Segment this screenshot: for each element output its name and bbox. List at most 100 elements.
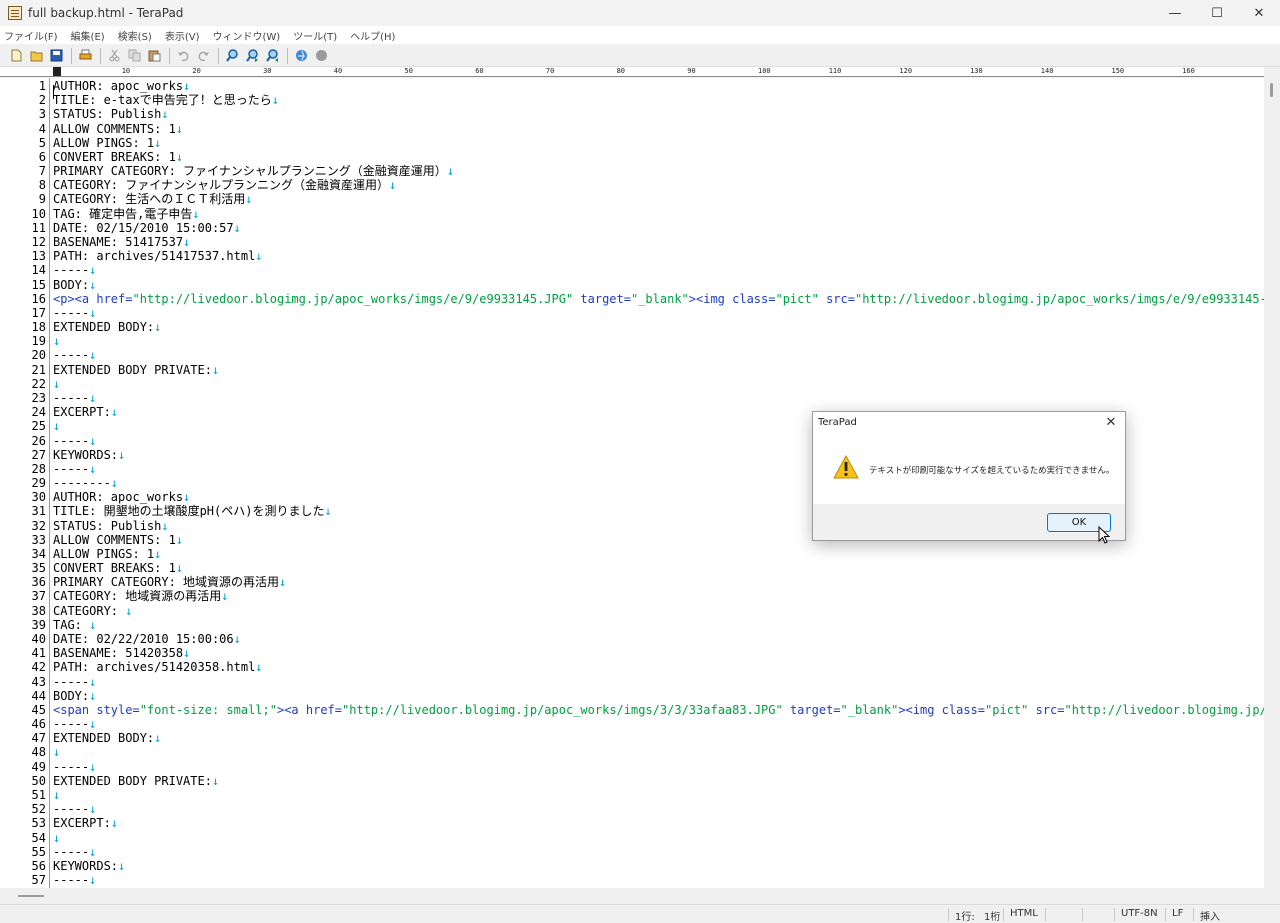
end-of-line-mark: ↓ — [110, 476, 119, 491]
save-button[interactable] — [48, 47, 65, 64]
error-dialog: TeraPad ✕ テキストが印刷可能なサイズを超えているため実行できません。 … — [812, 411, 1126, 541]
line-number: 6 — [38, 149, 46, 164]
line-number: 46 — [31, 717, 46, 732]
horizontal-scroll-thumb[interactable] — [18, 895, 44, 897]
mouse-pointer-icon — [1098, 526, 1110, 544]
line-content: PATH: archives/51420358.html — [53, 660, 256, 675]
line-text: EXTENDED BODY:↓ — [53, 320, 161, 334]
line-number: 10 — [31, 206, 46, 221]
search-next-icon — [246, 49, 258, 62]
redo-button[interactable] — [195, 47, 212, 64]
editor-line: 34 ALLOW PINGS: 1↓ — [0, 547, 1264, 561]
vertical-scroll-thumb[interactable] — [1270, 83, 1273, 97]
line-number: 22 — [31, 376, 46, 391]
line-number: 2 — [38, 93, 46, 108]
editor-line: 15 BODY:↓ — [0, 278, 1264, 292]
line-text: CONVERT BREAKS: 1↓ — [53, 150, 183, 164]
line-content: KEYWORDS: — [53, 858, 119, 873]
line-content: CONVERT BREAKS: 1 — [53, 561, 176, 576]
html-tag-text: src= — [1028, 702, 1065, 717]
line-text: -----↓ — [53, 675, 96, 689]
html-tag-text: ><img class= — [688, 291, 776, 306]
copy-button[interactable] — [126, 47, 143, 64]
cut-button[interactable] — [106, 47, 123, 64]
menu-edit[interactable]: 編集(E) — [71, 28, 105, 43]
editor-line: 2 TITLE: e-taxで申告完了！と思ったら↓ — [0, 93, 1264, 107]
toolbar-separator — [287, 47, 288, 64]
line-number: 3 — [38, 107, 46, 122]
line-number: 36 — [31, 575, 46, 590]
menu-window[interactable]: ウィンドウ(W) — [213, 28, 281, 43]
stop-button[interactable] — [313, 47, 330, 64]
editor-line: 5 ALLOW PINGS: 1↓ — [0, 136, 1264, 150]
line-content: TAG: — [53, 617, 90, 632]
end-of-line-mark: ↓ — [53, 334, 61, 349]
maximize-button[interactable]: ☐ — [1196, 0, 1238, 26]
ruler-tick-label: 60 — [475, 67, 484, 75]
end-of-line-mark: ↓ — [89, 348, 97, 363]
line-text: ALLOW COMMENTS: 1↓ — [53, 122, 183, 136]
end-of-line-mark: ↓ — [89, 305, 97, 320]
editor-line: 56 KEYWORDS:↓ — [0, 859, 1264, 873]
line-number: 14 — [31, 263, 46, 278]
end-of-line-mark: ↓ — [192, 206, 200, 221]
browser-button[interactable] — [293, 47, 310, 64]
minimize-button[interactable]: — — [1154, 0, 1196, 26]
end-of-line-mark: ↓ — [89, 873, 97, 888]
dialog-close-button[interactable]: ✕ — [1103, 415, 1119, 431]
menu-view[interactable]: 表示(V) — [165, 28, 200, 43]
menu-file[interactable]: ファイル(F) — [4, 28, 58, 43]
browser-icon — [296, 50, 307, 61]
editor-line: 10 TAG: 確定申告,電子申告↓ — [0, 207, 1264, 221]
search-next-button[interactable] — [244, 47, 261, 64]
end-of-line-mark: ↓ — [154, 546, 162, 561]
end-of-line-mark: ↓ — [53, 376, 61, 391]
line-number: 39 — [31, 617, 46, 632]
line-number: 18 — [31, 320, 46, 335]
line-text: CATEGORY: 地域資源の再活用↓ — [53, 589, 228, 603]
status-encoding: UTF-8N — [1121, 908, 1158, 919]
line-content: ----- — [53, 844, 90, 859]
line-content: AUTHOR: apoc_works — [53, 490, 184, 505]
end-of-line-mark: ↓ — [118, 447, 126, 462]
paste-button[interactable] — [146, 47, 163, 64]
vertical-scrollbar[interactable] — [1264, 67, 1280, 888]
line-content: ALLOW COMMENTS: 1 — [53, 532, 176, 547]
line-text: TITLE: e-taxで申告完了！と思ったら↓ — [53, 93, 279, 107]
search-prev-button[interactable] — [264, 47, 281, 64]
line-number: 15 — [31, 277, 46, 292]
open-button[interactable] — [28, 47, 45, 64]
menu-help[interactable]: ヘルプ(H) — [350, 28, 395, 43]
line-text: AUTHOR: apoc_works↓ — [53, 490, 190, 504]
end-of-line-mark: ↓ — [53, 745, 61, 760]
line-content: EXCERPT: — [53, 405, 111, 420]
html-attribute-value: "font-size: small;" — [139, 702, 277, 717]
close-button[interactable]: ✕ — [1238, 0, 1280, 26]
html-tag-text: ><img class= — [898, 702, 986, 717]
line-text: ↓ — [53, 334, 60, 348]
line-text: -----↓ — [53, 391, 96, 405]
line-text: ↓ — [53, 831, 60, 845]
toolbar-separator — [71, 47, 72, 64]
editor-line: 43 -----↓ — [0, 675, 1264, 689]
ruler-tick-label: 160 — [1182, 67, 1195, 75]
menu-search[interactable]: 検索(S) — [118, 28, 152, 43]
menu-tools[interactable]: ツール(T) — [293, 28, 337, 43]
line-content: ----- — [53, 433, 90, 448]
line-text: <span style="font-size: small;"><a href=… — [53, 703, 1264, 717]
editor-line: 18 EXTENDED BODY:↓ — [0, 320, 1264, 334]
editor-line: 36 PRIMARY CATEGORY: 地域資源の再活用↓ — [0, 575, 1264, 589]
line-text: TAG: 確定申告,電子申告↓ — [53, 207, 200, 221]
new-file-button[interactable] — [8, 47, 25, 64]
horizontal-scrollbar[interactable] — [0, 888, 1264, 904]
line-text: -----↓ — [53, 873, 96, 887]
line-number: 20 — [31, 348, 46, 363]
line-text: -----↓ — [53, 760, 96, 774]
print-button[interactable] — [77, 47, 94, 64]
search-button[interactable] — [224, 47, 241, 64]
status-linebreak: LF — [1172, 908, 1184, 919]
search-prev-icon — [266, 49, 278, 62]
ruler-tick-label: 70 — [545, 67, 555, 75]
undo-button[interactable] — [175, 47, 192, 64]
line-number: 50 — [31, 773, 46, 788]
